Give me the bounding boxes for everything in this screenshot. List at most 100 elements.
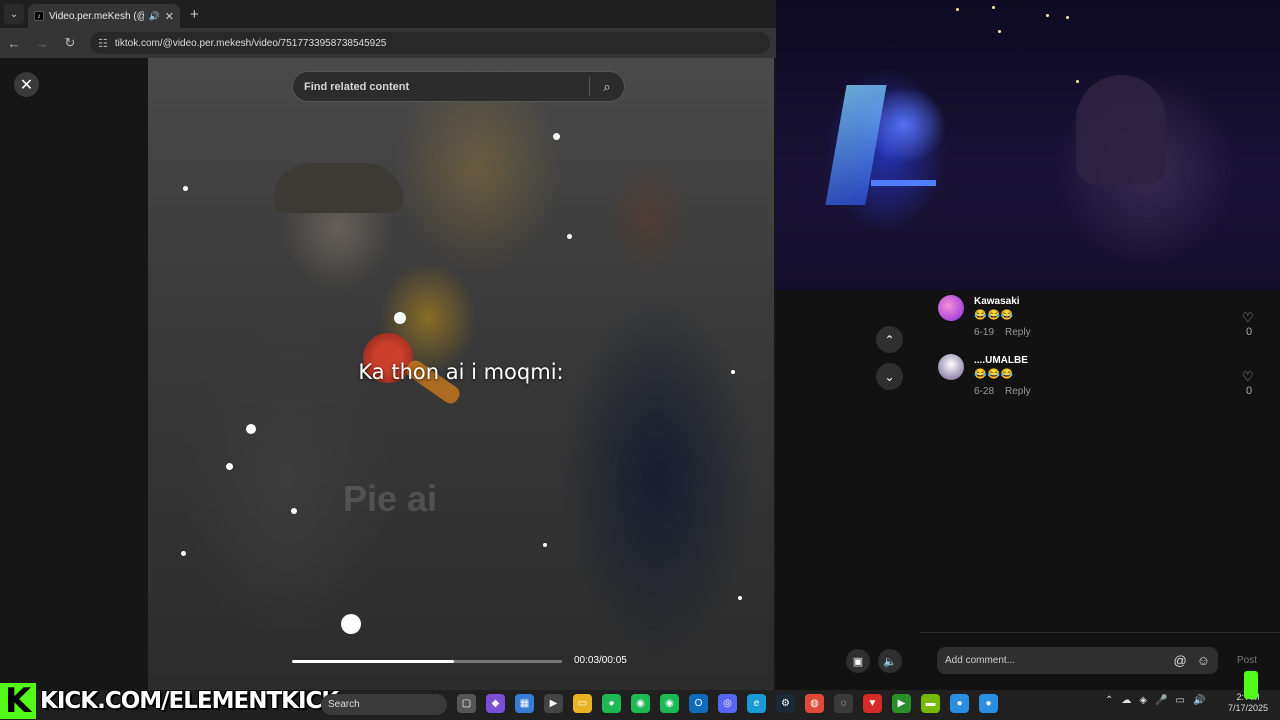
next-video-button[interactable]: ⌄ <box>876 363 903 390</box>
snow-dot <box>553 133 560 140</box>
app-blue-2-icon[interactable]: ● <box>979 694 998 713</box>
tab-tiktok[interactable]: ♪ Video.per.meKesh (@video 🔊 ✕ <box>28 4 180 28</box>
discord-icon[interactable]: ◎ <box>718 694 737 713</box>
reload-icon[interactable]: ↻ <box>62 35 78 51</box>
tab-close-icon[interactable]: ✕ <box>165 10 174 23</box>
webcam-light <box>1076 80 1079 83</box>
webcam-pc-glass <box>825 85 887 205</box>
volume-button[interactable]: 🔈 <box>878 649 902 673</box>
reply-button[interactable]: Reply <box>1005 327 1031 338</box>
post-button[interactable]: Post <box>1237 655 1257 666</box>
comment-item: Kawasaki 😂😂😂 6-19 Reply ♡ 0 <box>938 290 1258 350</box>
browser-tabbar: ⌄ ♪ Video.per.meKesh (@video 🔊 ✕ + <box>0 0 776 28</box>
url-text: tiktok.com/@video.per.mekesh/video/75177… <box>114 37 387 49</box>
snow-dot <box>181 551 186 556</box>
speaker-icon[interactable]: 🔊 <box>1193 695 1205 706</box>
defender-icon[interactable]: ◈ <box>1139 695 1147 706</box>
snow-dot <box>246 424 256 434</box>
comment-date: 6-28 <box>974 386 995 397</box>
like-count: 0 <box>1246 326 1253 338</box>
close-button[interactable]: ✕ <box>14 72 39 97</box>
webcam-light <box>998 30 1001 33</box>
display-icon[interactable]: ▭ <box>1176 695 1185 706</box>
screen: ⌄ ♪ Video.per.meKesh (@video 🔊 ✕ + ← → ↻… <box>0 0 1280 720</box>
kick-corner-badge <box>1244 671 1258 699</box>
picture-in-picture-button[interactable]: ▣ <box>846 649 870 673</box>
store-icon[interactable]: ▦ <box>515 694 534 713</box>
spotify-icon[interactable]: ● <box>602 694 621 713</box>
mention-icon[interactable]: @ <box>1174 653 1187 668</box>
tab-title: Video.per.meKesh (@video <box>49 10 144 22</box>
address-bar[interactable]: ☷ tiktok.com/@video.per.mekesh/video/751… <box>90 32 770 54</box>
comment-username[interactable]: Kawasaki <box>974 296 1020 307</box>
video-progress-fill <box>292 660 454 663</box>
back-icon[interactable]: ← <box>6 36 22 51</box>
snow-dot <box>567 234 572 239</box>
webcam-streamer <box>1076 75 1166 185</box>
onedrive-icon[interactable]: ☁ <box>1121 695 1131 706</box>
comment-composer: @ ☺ <box>937 647 1218 674</box>
copilot-icon[interactable]: ◆ <box>486 694 505 713</box>
comment-username[interactable]: ....UMALBE <box>974 355 1028 366</box>
comment-date: 6-19 <box>974 327 995 338</box>
chrome-icon[interactable]: ◍ <box>805 694 824 713</box>
tab-audio-icon[interactable]: 🔊 <box>149 11 160 22</box>
media-player-icon[interactable]: ▶ <box>544 694 563 713</box>
app-green-2-icon[interactable]: ◉ <box>660 694 679 713</box>
webcam-light <box>992 6 995 9</box>
video-progress-bar[interactable] <box>292 660 562 663</box>
emoji-icon[interactable]: ☺ <box>1197 653 1210 668</box>
comment-input[interactable] <box>945 655 1164 666</box>
related-search-input[interactable] <box>304 80 589 93</box>
comment-text: 😂😂😂 <box>974 310 1015 321</box>
app-green-1-icon[interactable]: ◉ <box>631 694 650 713</box>
vpn-icon[interactable]: ▼ <box>863 694 882 713</box>
comment-footer-divider <box>920 632 1280 633</box>
browser-toolbar: ← → ↻ ☷ tiktok.com/@video.per.mekesh/vid… <box>0 28 776 58</box>
snow-dot <box>394 312 406 324</box>
heart-icon[interactable]: ♡ <box>1242 369 1254 385</box>
comment-text: 😂😂😂 <box>974 369 1015 380</box>
clock-date: 7/17/2025 <box>1228 703 1269 713</box>
kick-url: KICK.COM/ELEMENTKICK <box>40 688 339 714</box>
taskbar-search-label: Search <box>328 699 360 710</box>
webcam-light <box>1046 14 1049 17</box>
search-icon[interactable]: ⌕ <box>590 79 624 95</box>
chevron-up-icon[interactable]: ⌃ <box>1105 695 1113 706</box>
site-info-icon[interactable]: ☷ <box>98 37 108 50</box>
app-blue-1-icon[interactable]: ● <box>950 694 969 713</box>
tab-search-chevron-icon[interactable]: ⌄ <box>4 4 24 24</box>
system-tray: ⌃ ☁ ◈ 🎤 ▭ 🔊 <box>1105 695 1205 706</box>
outlook-icon[interactable]: O <box>689 694 708 713</box>
video-frame[interactable]: Pie ai Ka thon ai i moqmi: <box>148 58 774 690</box>
webcam-overlay <box>776 0 1280 290</box>
forward-icon[interactable]: → <box>34 36 50 51</box>
video-figure-hat <box>273 163 403 213</box>
avatar[interactable] <box>938 295 964 321</box>
heart-icon[interactable]: ♡ <box>1242 310 1254 326</box>
previous-video-button[interactable]: ⌃ <box>876 326 903 353</box>
steam-icon[interactable]: ⚙ <box>776 694 795 713</box>
obs-icon[interactable]: ◌ <box>834 694 853 713</box>
video-caption: Ka thon ai i moqmi: <box>358 360 564 384</box>
snow-dot <box>543 543 547 547</box>
edge-icon[interactable]: e <box>747 694 766 713</box>
snow-dot <box>738 596 742 600</box>
nvidia-icon[interactable]: ▬ <box>921 694 940 713</box>
snow-dot <box>291 508 297 514</box>
explorer-icon[interactable]: ▭ <box>573 694 592 713</box>
taskbar-apps: ▢ ◆ ▦ ▶ ▭ ● ◉ ◉ O ◎ e ⚙ ◍ ◌ ▼ ▶ ▬ ● ● <box>457 694 998 713</box>
reply-button[interactable]: Reply <box>1005 386 1031 397</box>
tiktok-favicon-icon: ♪ <box>34 11 44 21</box>
comment-item: ....UMALBE 😂😂😂 6-28 Reply ♡ 0 <box>938 349 1258 409</box>
snow-dot <box>341 614 361 634</box>
new-tab-icon[interactable]: + <box>190 6 199 23</box>
video-timecode: 00:03/00:05 <box>574 655 627 666</box>
task-view-icon[interactable]: ▢ <box>457 694 476 713</box>
kick-app-icon[interactable]: ▶ <box>892 694 911 713</box>
webcam-light <box>1066 16 1069 19</box>
taskbar-search[interactable]: Search <box>321 694 447 715</box>
webcam-light <box>956 8 959 11</box>
microphone-icon[interactable]: 🎤 <box>1155 695 1167 706</box>
avatar[interactable] <box>938 354 964 380</box>
